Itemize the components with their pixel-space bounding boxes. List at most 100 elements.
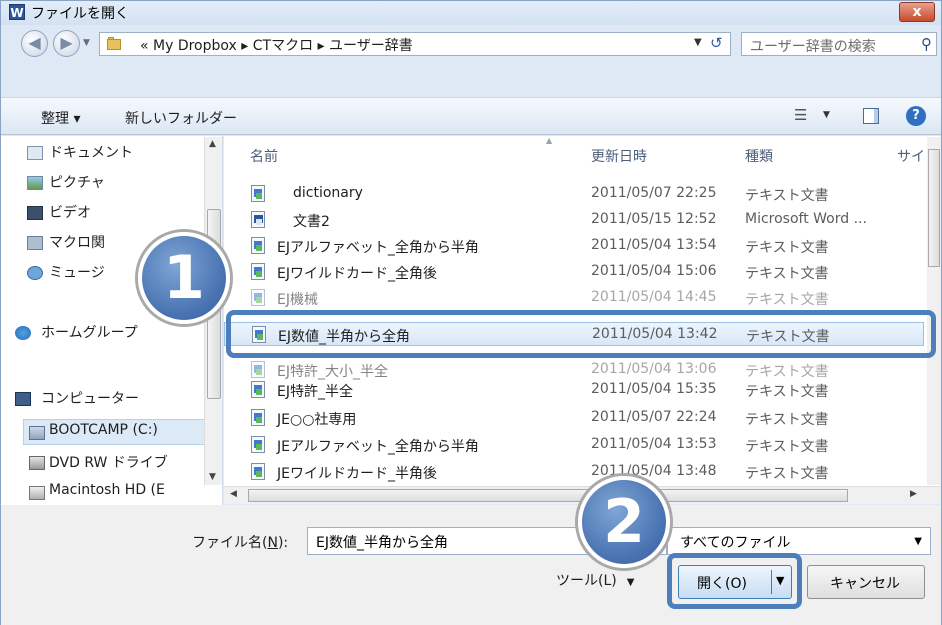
file-date: 2011/05/04 15:06: [591, 263, 717, 279]
search-input[interactable]: ユーザー辞書の検索 ⚲: [741, 32, 937, 56]
file-type-select[interactable]: すべてのファイル ▼: [667, 527, 931, 555]
search-placeholder: ユーザー辞書の検索: [750, 39, 876, 55]
nav-item-pictures[interactable]: ピクチャ: [49, 172, 105, 192]
nav-item-videos[interactable]: ビデオ: [49, 202, 91, 222]
scroll-up-icon[interactable]: ▲: [209, 139, 216, 149]
forward-button[interactable]: ▶: [53, 30, 80, 57]
history-dropdown-icon[interactable]: ▼: [83, 38, 90, 48]
dvd-drive-icon: [29, 456, 45, 470]
file-name: JE○○社専用: [277, 412, 357, 428]
nav-item-music[interactable]: ミュージ: [49, 262, 105, 282]
file-date: 2011/05/07 22:25: [591, 185, 717, 201]
step-2-badge: 2: [578, 476, 670, 568]
file-row[interactable]: EJ機械 2011/05/04 14:45 テキスト文書: [224, 286, 924, 310]
back-button[interactable]: ◀: [21, 30, 48, 57]
text-file-icon: [251, 185, 265, 202]
file-row[interactable]: EJ特許_半全 2011/05/04 15:35 テキスト文書: [224, 378, 924, 402]
highlight-selected-file: [226, 310, 936, 358]
nav-item-macintosh-hd[interactable]: Macintosh HD (E: [49, 482, 165, 498]
text-file-icon: [251, 237, 265, 254]
text-file-icon: [251, 289, 265, 306]
scroll-right-icon[interactable]: ▶: [910, 489, 917, 499]
drive-c-icon: [29, 426, 45, 440]
nav-item-macro[interactable]: マクロ関: [49, 232, 105, 252]
file-type: Microsoft Word ...: [745, 211, 867, 227]
close-button[interactable]: x: [899, 2, 935, 22]
file-type: テキスト文書: [745, 412, 829, 428]
column-header-size[interactable]: サイ: [897, 146, 925, 166]
file-type: テキスト文書: [745, 266, 829, 282]
file-date: 2011/05/15 12:52: [591, 211, 717, 227]
command-toolbar: 整理 ▾ 新しいフォルダー ☰ ▼ ?: [1, 97, 941, 135]
file-type: テキスト文書: [745, 466, 829, 482]
file-row[interactable]: 文書2 2011/05/15 12:52 Microsoft Word ...: [224, 208, 924, 232]
new-folder-button[interactable]: 新しいフォルダー: [125, 108, 237, 128]
highlight-open-button: [667, 553, 802, 609]
homegroup-icon: [15, 326, 31, 340]
file-type-value: すべてのファイル: [680, 535, 791, 551]
file-row[interactable]: EJワイルドカード_全角後 2011/05/04 15:06 テキスト文書: [224, 260, 924, 284]
column-header-name[interactable]: 名前: [250, 146, 278, 166]
preview-pane-icon[interactable]: [863, 108, 879, 124]
file-date: 2011/05/04 14:45: [591, 289, 717, 305]
organize-button[interactable]: 整理 ▾: [41, 108, 80, 128]
computer-icon: [15, 392, 31, 406]
nav-item-computer[interactable]: コンピューター: [41, 388, 139, 408]
text-file-icon: [251, 409, 265, 426]
view-options-icon[interactable]: ☰: [794, 106, 807, 124]
file-name: JEアルファベット_全角から半角: [277, 439, 479, 455]
file-row[interactable]: JEワイルドカード_半角後 2011/05/04 13:48 テキスト文書: [224, 460, 924, 484]
column-header-type[interactable]: 種類: [745, 146, 773, 166]
chevron-down-icon: ▼: [914, 536, 922, 547]
search-icon[interactable]: ⚲: [921, 35, 932, 53]
nav-item-dvd[interactable]: DVD RW ドライブ: [49, 452, 168, 472]
file-row[interactable]: dictionary 2011/05/07 22:25 テキスト文書: [224, 182, 924, 206]
file-name: EJ機械: [277, 292, 318, 308]
column-header-date[interactable]: 更新日時: [591, 146, 647, 166]
file-date: 2011/05/04 13:48: [591, 463, 717, 479]
file-type: テキスト文書: [745, 292, 829, 308]
nav-item-homegroup[interactable]: ホームグループ: [41, 322, 138, 342]
breadcrumb[interactable]: « My Dropbox ▸ CTマクロ ▸ ユーザー辞書 ▼ ↺: [99, 32, 731, 56]
file-row[interactable]: EJアルファベット_全角から半角 2011/05/04 13:54 テキスト文書: [224, 234, 924, 258]
text-file-icon: [251, 263, 265, 280]
folder-icon: [107, 37, 121, 51]
hard-drive-icon: [29, 486, 45, 500]
scroll-left-icon[interactable]: ◀: [230, 489, 237, 499]
file-row[interactable]: JE○○社専用 2011/05/07 22:24 テキスト文書: [224, 406, 924, 430]
horizontal-scroll-thumb[interactable]: [248, 489, 848, 502]
view-dropdown-icon[interactable]: ▼: [823, 110, 830, 120]
help-icon[interactable]: ?: [906, 106, 926, 126]
tools-button[interactable]: ツール(L) ▼: [556, 570, 634, 590]
address-row: ◀ ▶ ▼ « My Dropbox ▸ CTマクロ ▸ ユーザー辞書 ▼ ↺ …: [1, 26, 941, 62]
file-row[interactable]: JEアルファベット_全角から半角 2011/05/04 13:53 テキスト文書: [224, 433, 924, 457]
pictures-icon: [27, 176, 43, 190]
file-type: テキスト文書: [745, 240, 829, 256]
text-file-icon: [251, 436, 265, 453]
word-app-icon: W: [9, 4, 25, 20]
text-file-icon: [251, 381, 265, 398]
filename-value: EJ数値_半角から全角: [316, 535, 448, 551]
file-name: EJワイルドカード_全角後: [277, 266, 437, 282]
file-type: テキスト文書: [745, 384, 829, 400]
nav-item-bootcamp[interactable]: BOOTCAMP (C:): [49, 422, 158, 438]
file-date: 2011/05/04 13:54: [591, 237, 717, 253]
word-file-icon: [251, 211, 265, 228]
sort-ascending-icon: ▲: [546, 136, 553, 145]
videos-icon: [27, 206, 43, 220]
cancel-button[interactable]: キャンセル: [807, 565, 925, 599]
scroll-down-icon[interactable]: ▼: [209, 472, 216, 482]
vertical-scroll-thumb[interactable]: [928, 149, 940, 267]
breadcrumb-path[interactable]: « My Dropbox ▸ CTマクロ ▸ ユーザー辞書: [140, 35, 413, 55]
nav-item-documents[interactable]: ドキュメント: [49, 142, 133, 162]
step-1-badge: 1: [138, 232, 230, 324]
file-name: 文書2: [293, 214, 330, 230]
address-dropdown-icon[interactable]: ▼: [694, 37, 702, 48]
refresh-icon[interactable]: ↺: [710, 34, 723, 52]
file-name: EJアルファベット_全角から半角: [277, 240, 479, 256]
filename-label: ファイル名(N):: [192, 535, 289, 551]
text-file-icon: [251, 361, 265, 378]
file-date: 2011/05/04 15:35: [591, 381, 717, 397]
music-icon: [27, 266, 43, 280]
file-date: 2011/05/04 13:06: [591, 361, 717, 377]
